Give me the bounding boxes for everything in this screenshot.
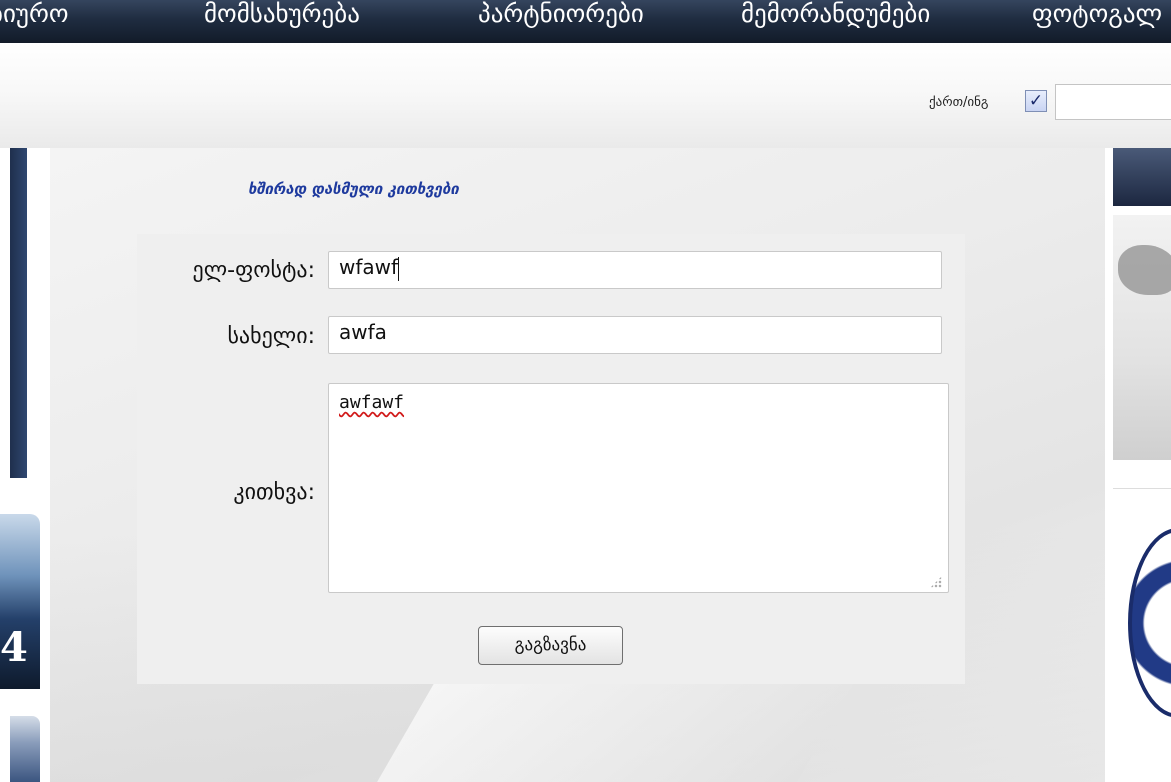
nav-item-bureau[interactable]: ბიურო — [0, 0, 69, 34]
email-field[interactable]: wfawf — [328, 251, 942, 289]
nav-item-partners[interactable]: პარტნიორები — [478, 0, 644, 34]
question-label: კითხვა: — [233, 480, 315, 505]
email-value: wfawf — [339, 255, 399, 279]
right-divider — [1113, 488, 1171, 489]
nav-item-services[interactable]: მომსახურება — [204, 0, 360, 34]
header-search-input[interactable] — [1055, 84, 1171, 120]
emblem-seal-image[interactable] — [1128, 528, 1171, 718]
language-checkbox[interactable]: ✓ — [1025, 90, 1047, 112]
left-banner-image-2[interactable] — [10, 716, 40, 782]
right-column-header — [1113, 148, 1171, 206]
name-field[interactable]: awfa — [328, 316, 942, 354]
top-navigation: ბიურო მომსახურება პარტნიორები მემორანდუმ… — [0, 0, 1171, 43]
nav-item-photogallery[interactable]: ფოტოგალ — [1032, 0, 1162, 34]
language-toggle-label: ქართ/ინგ — [929, 95, 989, 110]
name-value: awfa — [339, 320, 387, 344]
left-banner-text: 4 — [0, 624, 28, 671]
name-label: სახელი: — [227, 324, 315, 349]
email-label: ელ-ფოსტა: — [192, 258, 315, 283]
submit-button[interactable]: გაგზავნა — [478, 626, 623, 665]
question-value: awfawf — [339, 392, 405, 413]
left-banner-image[interactable]: 4 — [0, 514, 40, 689]
resize-grip-icon[interactable] — [930, 576, 942, 588]
text-caret — [398, 256, 400, 281]
map-shape — [1118, 245, 1171, 295]
left-sidebar-bar — [10, 148, 27, 478]
right-map-image[interactable] — [1113, 215, 1171, 460]
header-strip — [0, 43, 1171, 148]
question-textarea[interactable]: awfawf — [328, 383, 949, 593]
faq-link[interactable]: ხშირად დასმული კითხვები — [248, 180, 459, 198]
nav-item-memorandums[interactable]: მემორანდუმები — [741, 0, 930, 34]
